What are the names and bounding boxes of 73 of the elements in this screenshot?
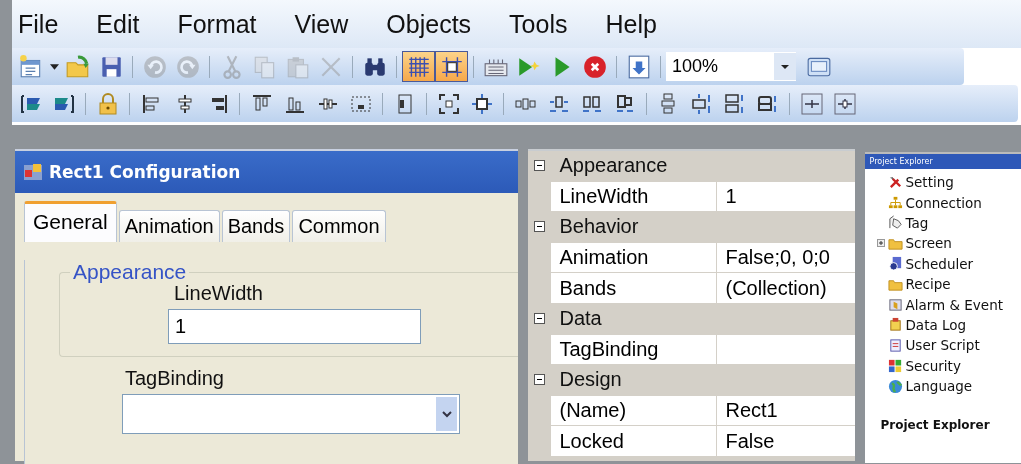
category-header: Appearance xyxy=(558,154,668,178)
tab[interactable]: Bands xyxy=(221,210,291,242)
category-header: Behavior xyxy=(558,215,639,239)
tree-item[interactable]: Alarm & Event xyxy=(905,296,1003,313)
tree-item[interactable]: User Script xyxy=(905,337,980,354)
center-icon xyxy=(799,91,824,116)
property-value[interactable]: 1 xyxy=(725,184,737,207)
network-icon xyxy=(888,195,904,211)
tree-item[interactable]: Connection xyxy=(905,194,982,211)
stop-icon xyxy=(581,53,608,80)
panel-title: Project Explorer xyxy=(865,154,1021,169)
property-value[interactable]: False xyxy=(725,429,775,452)
property-value[interactable]: Rect1 xyxy=(725,399,778,422)
script-icon xyxy=(888,337,904,353)
tree-item[interactable]: Tag xyxy=(905,214,929,231)
tree-item[interactable]: Language xyxy=(905,378,973,395)
app-icon xyxy=(23,162,43,182)
tree-item[interactable]: Screen xyxy=(905,235,952,252)
tree-item[interactable]: Data Log xyxy=(905,316,967,333)
collapse-toggle[interactable] xyxy=(534,160,546,172)
chevron-down-icon xyxy=(440,410,453,418)
menu-item[interactable]: Help xyxy=(605,9,657,39)
category-header: Design xyxy=(558,368,622,392)
menu-item[interactable]: Tools xyxy=(509,9,568,39)
center-icon xyxy=(469,91,494,116)
dropdown-field[interactable] xyxy=(122,394,460,434)
expand-toggle[interactable] xyxy=(876,239,885,248)
undo-icon xyxy=(141,53,168,80)
category-header: Data xyxy=(558,307,602,331)
property-name: LineWidth xyxy=(551,181,718,212)
menu-item[interactable]: File xyxy=(18,9,59,39)
group-title: Appearance xyxy=(72,260,188,284)
alarm-icon xyxy=(888,297,904,313)
tag-icon xyxy=(888,215,904,231)
scheduler-icon xyxy=(888,256,904,272)
collapse-toggle[interactable] xyxy=(534,313,546,325)
menu-item[interactable]: View xyxy=(294,9,349,39)
tree-item[interactable]: Scheduler xyxy=(905,255,974,272)
tree-item[interactable]: Setting xyxy=(905,174,954,191)
tab[interactable]: Animation xyxy=(118,210,220,242)
folder-icon xyxy=(64,53,91,80)
toolbar-button[interactable] xyxy=(435,51,468,82)
security-icon xyxy=(888,358,904,374)
window-title: Rect1 Configuration xyxy=(49,162,241,182)
tools-icon xyxy=(888,174,904,190)
tab[interactable]: General xyxy=(24,201,117,242)
collapse-toggle[interactable] xyxy=(534,221,546,233)
property-value[interactable]: (Collection) xyxy=(725,276,827,299)
property-name: (Name) xyxy=(551,395,718,426)
globe-icon xyxy=(888,378,904,394)
property-name: Animation xyxy=(551,242,718,273)
center-icon xyxy=(436,91,461,116)
property-name: TagBinding xyxy=(551,334,718,365)
menu-item[interactable]: Edit xyxy=(96,9,140,39)
zoom-dropdown[interactable]: 100% xyxy=(666,52,796,81)
collapse-toggle[interactable] xyxy=(534,374,546,386)
property-value[interactable]: False;0, 0;0 xyxy=(725,246,830,269)
caret-icon xyxy=(780,63,790,70)
tree-item[interactable]: Security xyxy=(905,357,961,374)
menu-item[interactable]: Objects xyxy=(386,9,472,39)
property-name: Locked xyxy=(551,426,718,456)
field-label: TagBinding xyxy=(125,367,225,390)
tree-item[interactable]: Recipe xyxy=(905,276,951,293)
data-log-icon xyxy=(888,317,904,333)
menu-item[interactable]: Format xyxy=(177,9,257,39)
input-field[interactable]: 1 xyxy=(168,309,421,344)
panel-caption: Project Explorer xyxy=(880,418,991,433)
property-name: Bands xyxy=(551,273,718,303)
redo-icon xyxy=(174,53,201,80)
center-icon xyxy=(832,91,857,116)
tab[interactable]: Common xyxy=(292,210,386,242)
field-label: LineWidth xyxy=(174,282,263,305)
caret-icon xyxy=(49,63,59,70)
